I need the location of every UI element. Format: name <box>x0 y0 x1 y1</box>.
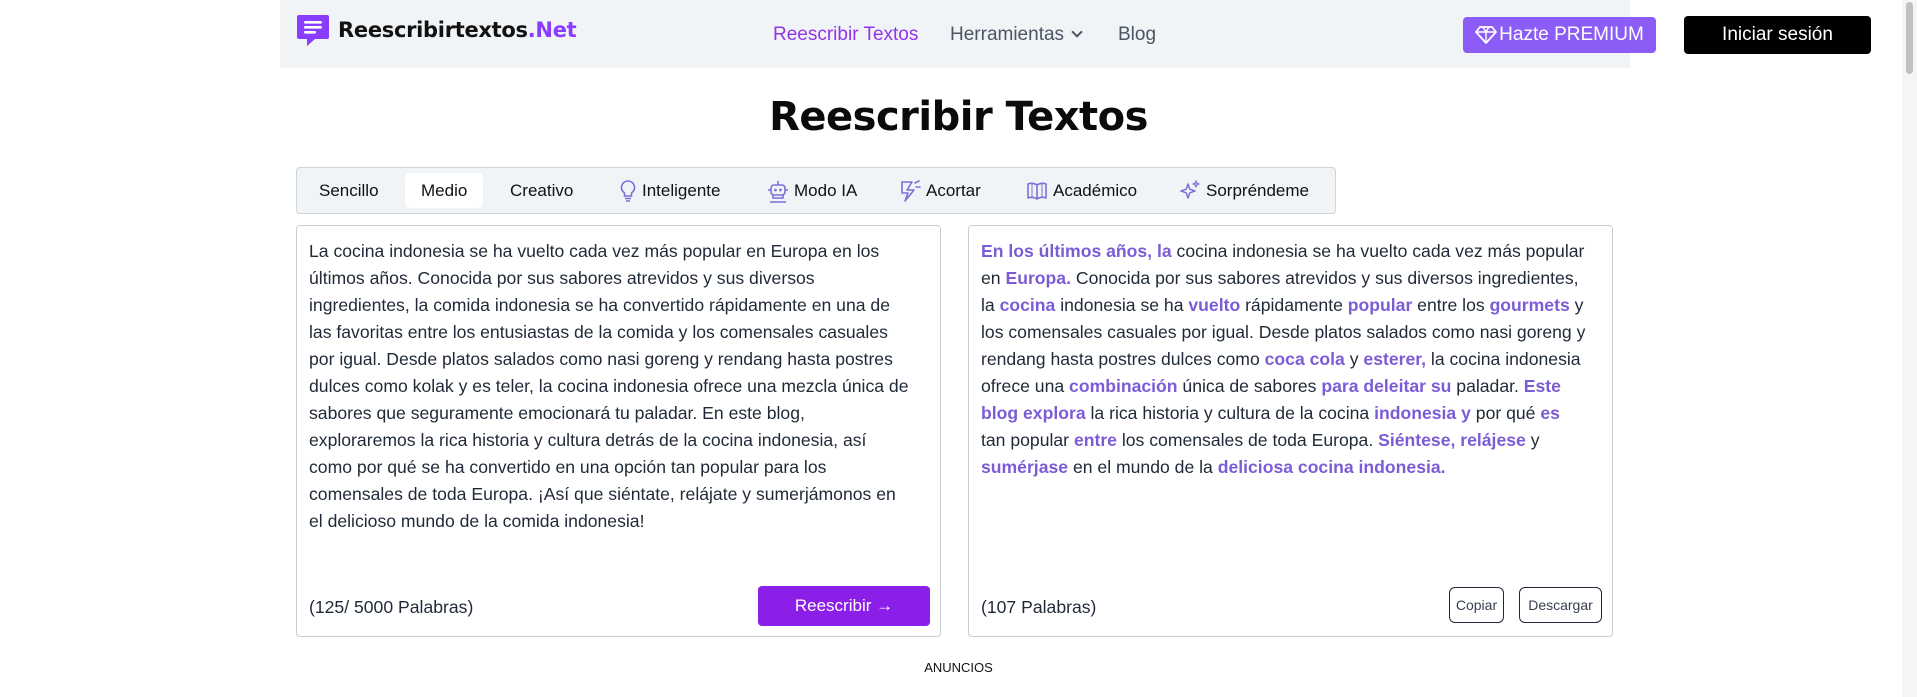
unchanged-phrase: por qué <box>1470 403 1541 423</box>
chevron-down-icon <box>1071 26 1083 38</box>
chat-bubble-logo-icon <box>297 15 329 46</box>
rewritten-phrase: para deleitar su <box>1321 376 1452 396</box>
output-word-count: (107 Palabras) <box>981 597 1097 617</box>
unchanged-phrase: los comensales de toda Europa. <box>1116 430 1379 450</box>
ads-label: ANUNCIOS <box>924 660 993 675</box>
tab-sorprendeme[interactable]: Sorpréndeme <box>1179 173 1309 208</box>
rewritten-phrase: popular <box>1347 295 1413 315</box>
page-scrollbar[interactable] <box>1902 0 1917 697</box>
tab-modo-ia-label: Modo IA <box>794 180 858 200</box>
login-button[interactable]: Iniciar sesión <box>1684 16 1871 54</box>
nav-blog[interactable]: Blog <box>1118 24 1156 46</box>
unchanged-phrase: entre los <box>1412 295 1490 315</box>
tab-academico-label: Académico <box>1053 180 1138 200</box>
lightbulb-icon <box>620 179 636 202</box>
unchanged-phrase: y <box>1525 430 1540 450</box>
site-logo[interactable]: Reescribirtextos .Net <box>296 13 577 47</box>
rewritten-phrase: coca cola <box>1264 349 1345 369</box>
unchanged-phrase: paladar. <box>1451 376 1524 396</box>
tab-academico[interactable]: Académico <box>1026 173 1137 208</box>
input-panel: La cocina indonesia se ha vuelto cada ve… <box>296 225 941 637</box>
rewritten-phrase: combinación <box>1069 376 1178 396</box>
unchanged-phrase: la rica historia y cultura de la cocina <box>1085 403 1375 423</box>
nav-herramientas[interactable]: Herramientas <box>950 24 1083 46</box>
nav-reescribir-textos[interactable]: Reescribir Textos <box>773 24 918 46</box>
output-text[interactable]: En los últimos años, la cocina indonesia… <box>981 238 1586 481</box>
unchanged-phrase: tan popular <box>981 430 1074 450</box>
unchanged-phrase: en el mundo de la <box>1068 457 1218 477</box>
tab-inteligente-label: Inteligente <box>642 180 721 200</box>
input-textarea[interactable]: La cocina indonesia se ha vuelto cada ve… <box>309 238 914 535</box>
unchanged-phrase: y <box>1344 349 1364 369</box>
unchanged-phrase: rápidamente <box>1240 295 1348 315</box>
scrollbar-thumb[interactable] <box>1906 2 1913 74</box>
tab-acortar-label: Acortar <box>926 180 981 200</box>
input-word-count: (125/ 5000 Palabras) <box>309 597 474 617</box>
tab-inteligente[interactable]: Inteligente <box>619 173 720 208</box>
tab-sencillo[interactable]: Sencillo <box>319 173 379 208</box>
rewritten-phrase: gourmets <box>1489 295 1570 315</box>
robot-icon <box>768 180 788 203</box>
premium-label: Hazte PREMIUM <box>1499 24 1644 45</box>
site-header: Reescribirtextos .Net Reescribir Textos H… <box>280 0 1871 68</box>
rewrite-button[interactable]: Reescribir → <box>758 586 930 626</box>
tab-sorprendeme-label: Sorpréndeme <box>1206 180 1310 200</box>
open-book-icon <box>1027 182 1047 200</box>
tab-creativo[interactable]: Creativo <box>510 173 573 208</box>
rewritten-phrase: cocina <box>999 295 1056 315</box>
rewritten-phrase: vuelto <box>1188 295 1241 315</box>
tab-modo-ia[interactable]: Modo IA <box>767 173 857 208</box>
premium-button[interactable]: Hazte PREMIUM <box>1463 17 1656 53</box>
page-title: Reescribir Textos <box>769 94 1148 140</box>
rewritten-phrase: Europa. <box>1005 268 1071 288</box>
rewritten-phrase: Siéntese, relájese <box>1378 430 1526 450</box>
unchanged-phrase: única de sabores <box>1177 376 1322 396</box>
download-button[interactable]: Descargar <box>1519 587 1602 623</box>
nav-herramientas-label: Herramientas <box>950 24 1065 45</box>
mode-tabs: Sencillo Medio Creativo Inteligente Modo… <box>296 167 1336 214</box>
tab-acortar[interactable]: Acortar <box>899 173 981 208</box>
logo-name: Reescribirtextos <box>338 18 528 42</box>
tab-medio[interactable]: Medio <box>405 173 484 208</box>
output-panel: En los últimos años, la cocina indonesia… <box>968 225 1613 637</box>
rewritten-phrase: esterer, <box>1363 349 1427 369</box>
copy-button[interactable]: Copiar <box>1449 587 1504 623</box>
rewritten-phrase: es <box>1540 403 1560 423</box>
rewritten-phrase: En los últimos años, la <box>981 241 1172 261</box>
login-label: Iniciar sesión <box>1722 24 1833 45</box>
diamond-icon <box>1475 26 1498 44</box>
rewritten-phrase: deliciosa cocina indonesia. <box>1217 457 1446 477</box>
rewritten-phrase: indonesia y <box>1374 403 1471 423</box>
unchanged-phrase: indonesia se ha <box>1055 295 1189 315</box>
lightning-scissors-icon <box>901 179 921 202</box>
rewritten-phrase: sumérjase <box>981 457 1069 477</box>
logo-tld: .Net <box>527 18 577 42</box>
rewritten-phrase: entre <box>1073 430 1117 450</box>
sparkles-icon <box>1180 179 1200 199</box>
